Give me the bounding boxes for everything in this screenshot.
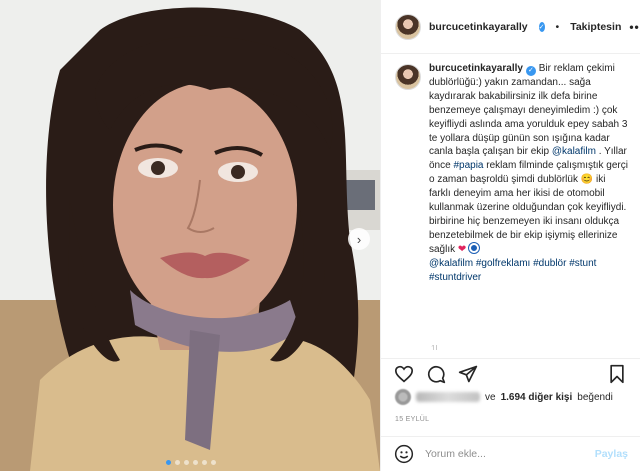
heart-emoji: ❤ bbox=[457, 243, 467, 255]
post-photo[interactable]: › bbox=[0, 0, 380, 471]
caption-tag-link[interactable]: @kalafilm bbox=[552, 146, 596, 157]
caption-segment: Bir reklam çekimi dublörlüğü:) yakın zam… bbox=[429, 63, 631, 158]
comment-input[interactable] bbox=[425, 448, 585, 460]
hidden-comments-indicator: 1L bbox=[431, 344, 440, 350]
likes-count[interactable]: 1.694 diğer kişi bbox=[501, 392, 573, 403]
caption-text: burcucetinkayarally ✓ Bir reklam çekimi d… bbox=[429, 62, 628, 285]
hashtag-link[interactable]: #stuntdriver bbox=[429, 272, 481, 283]
caption-segment: 😊 bbox=[580, 174, 594, 186]
caption-username[interactable]: burcucetinkayarally bbox=[429, 63, 523, 74]
caption-tag-link[interactable]: #papia bbox=[453, 160, 483, 171]
likes-suffix: beğendi bbox=[577, 391, 613, 403]
caption-segment: iki farklı deneyim ama her ikisi de otom… bbox=[429, 174, 630, 255]
selfie-image bbox=[0, 0, 380, 471]
comment-bubble-icon[interactable] bbox=[425, 363, 447, 385]
paper-plane-icon[interactable] bbox=[457, 363, 479, 385]
bookmark-icon[interactable] bbox=[606, 363, 628, 385]
hashtag-link[interactable]: #stunt bbox=[569, 258, 599, 269]
header-separator: • bbox=[555, 20, 560, 33]
more-options-icon[interactable]: ••• bbox=[629, 20, 640, 34]
liker-name-blurred bbox=[416, 392, 480, 402]
hashtag-link[interactable]: #dublör bbox=[533, 258, 569, 269]
heart-outline-icon[interactable] bbox=[393, 363, 415, 385]
smiley-icon[interactable] bbox=[393, 443, 415, 465]
comments-section[interactable]: burcucetinkayarally ✓ Bir reklam çekimi d… bbox=[381, 62, 640, 350]
header-username[interactable]: burcucetinkayarally bbox=[429, 21, 528, 33]
caption-body: Bir reklam çekimi dublörlüğü:) yakın zam… bbox=[429, 63, 631, 255]
chevron-right-icon[interactable]: › bbox=[348, 228, 370, 250]
carousel-dot bbox=[211, 460, 216, 465]
caption: burcucetinkayarally ✓ Bir reklam çekimi d… bbox=[395, 62, 628, 285]
carousel-dot bbox=[166, 460, 171, 465]
hashtag-link[interactable]: #golfreklamı bbox=[476, 258, 533, 269]
carousel-dot bbox=[193, 460, 198, 465]
avatar[interactable] bbox=[395, 13, 421, 40]
avatar[interactable] bbox=[395, 64, 421, 90]
carousel-dots bbox=[166, 460, 216, 465]
action-bar bbox=[381, 358, 640, 388]
carousel-dot bbox=[175, 460, 180, 465]
post-date[interactable]: 15 EYLÜL bbox=[395, 416, 429, 423]
post-header: burcucetinkayarally ✓ • Takiptesin ••• bbox=[381, 0, 640, 54]
carousel-dot bbox=[184, 460, 189, 465]
post-side-panel: burcucetinkayarally ✓ • Takiptesin ••• b… bbox=[380, 0, 640, 471]
comment-form: Paylaş bbox=[381, 436, 640, 471]
likes-row[interactable]: ve 1.694 diğer kişi beğendi bbox=[395, 389, 628, 405]
verified-badge-icon: ✓ bbox=[538, 21, 545, 32]
hashtag-list: @kalafilm #golfreklamı #dublör #stunt #s… bbox=[429, 258, 599, 283]
evil-eye-icon bbox=[469, 242, 480, 253]
liker-avatar[interactable] bbox=[395, 389, 411, 405]
hashtag-link[interactable]: @kalafilm bbox=[429, 258, 476, 269]
verified-badge-icon: ✓ bbox=[525, 65, 536, 76]
following-button[interactable]: Takiptesin bbox=[570, 21, 621, 33]
likes-prefix: ve bbox=[485, 391, 496, 403]
post-comment-button[interactable]: Paylaş bbox=[595, 448, 628, 460]
carousel-dot bbox=[202, 460, 207, 465]
